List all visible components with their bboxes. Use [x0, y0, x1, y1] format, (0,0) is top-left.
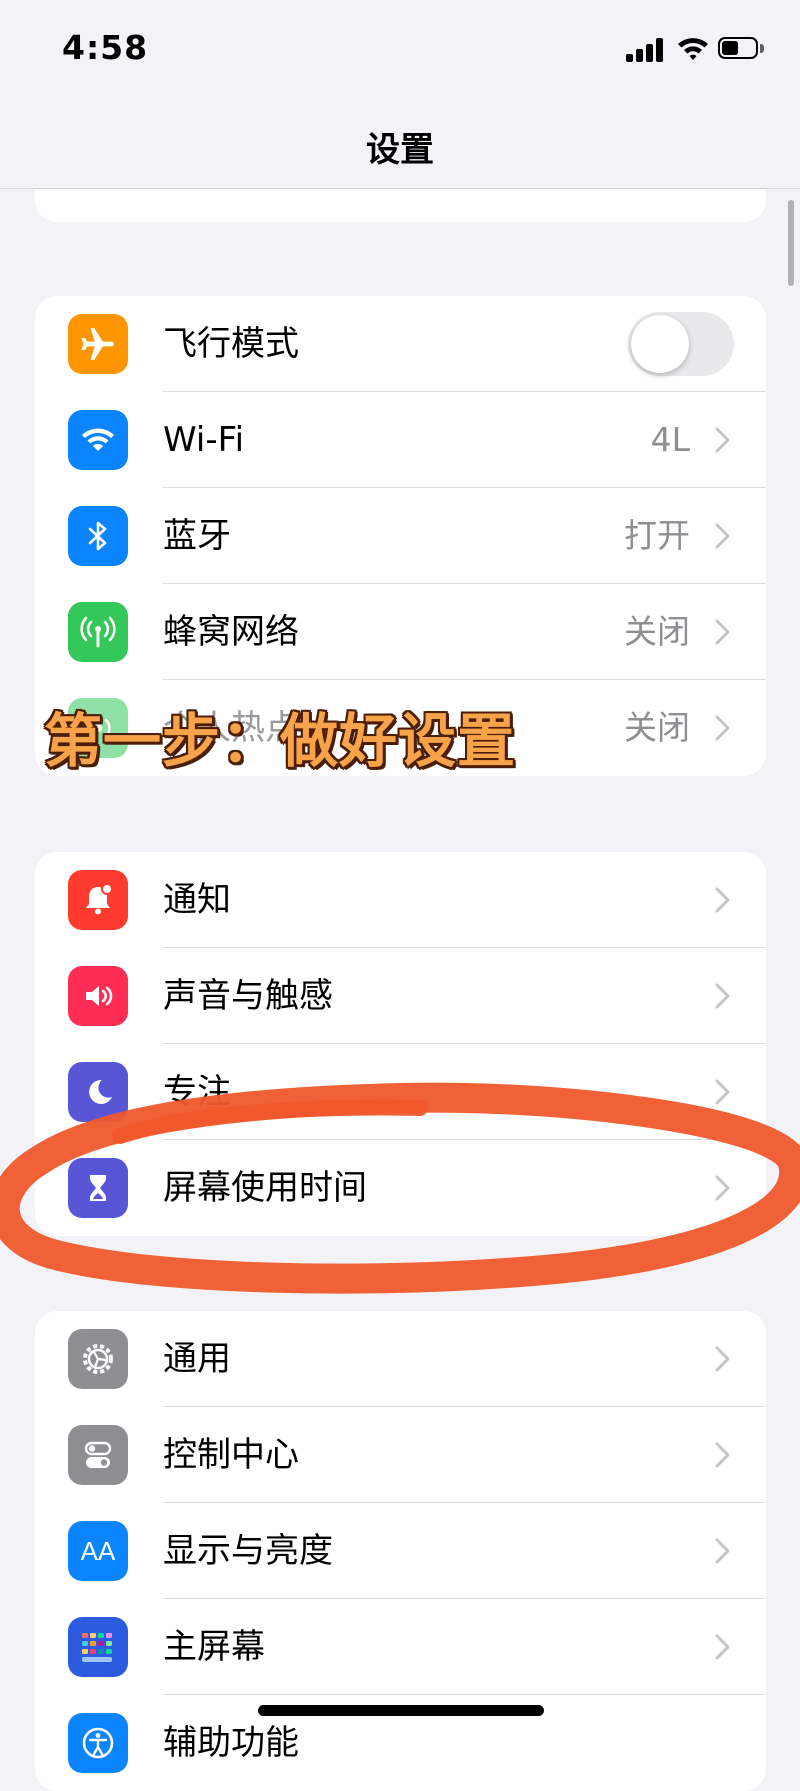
row-label: 通知 — [163, 880, 231, 920]
row-general[interactable]: 通用 — [35, 1311, 766, 1407]
row-value: 打开 — [624, 516, 690, 555]
chevron-right-icon — [715, 1442, 730, 1468]
airplane-mode-toggle[interactable] — [628, 312, 734, 376]
row-label: 屏幕使用时间 — [163, 1168, 367, 1208]
row-cellular[interactable]: 蜂窝网络 关闭 — [35, 584, 766, 680]
row-label: Wi-Fi — [163, 420, 245, 460]
toggle-knob — [631, 315, 689, 373]
text-size-icon-glyph: AA — [80, 1535, 116, 1566]
row-value: 关闭 — [624, 708, 690, 747]
row-label: 显示与亮度 — [163, 1531, 333, 1571]
scroll-indicator[interactable] — [788, 200, 794, 286]
row-screen-time[interactable]: 屏幕使用时间 — [35, 1140, 766, 1236]
antenna-icon — [68, 602, 128, 662]
chevron-right-icon — [715, 1175, 730, 1201]
gear-icon — [68, 1329, 128, 1389]
chevron-right-icon — [715, 715, 730, 741]
accessibility-icon — [68, 1713, 128, 1773]
row-value: 关闭 — [624, 612, 690, 651]
bell-icon — [68, 870, 128, 930]
chevron-right-icon — [715, 523, 730, 549]
row-focus[interactable]: 专注 — [35, 1044, 766, 1140]
chevron-right-icon — [715, 1538, 730, 1564]
airplane-icon — [68, 314, 128, 374]
home-indicator[interactable] — [258, 1705, 544, 1716]
row-display-brightness[interactable]: AA 显示与亮度 — [35, 1503, 766, 1599]
chevron-right-icon — [715, 619, 730, 645]
row-label: 通用 — [163, 1339, 231, 1379]
switches-icon — [68, 1425, 128, 1485]
settings-list: 飞行模式 Wi-Fi 4L 蓝牙 打开 蜂窝网络 关闭 个人热点 关闭 通知 声… — [0, 0, 800, 1791]
row-value: 4L — [650, 420, 690, 459]
row-label: 蓝牙 — [163, 516, 231, 556]
status-bar: 4:58 — [0, 0, 800, 100]
row-label: 飞行模式 — [163, 324, 299, 364]
row-wifi[interactable]: Wi-Fi 4L — [35, 392, 766, 488]
hourglass-icon — [68, 1158, 128, 1218]
battery-icon — [718, 37, 766, 61]
notifications-group: 通知 声音与触感 专注 屏幕使用时间 — [35, 852, 766, 1236]
general-group: 通用 控制中心 AA 显示与亮度 主屏幕 辅助功能 — [35, 1311, 766, 1791]
row-airplane-mode[interactable]: 飞行模式 — [35, 296, 766, 392]
wifi-icon — [68, 410, 128, 470]
chevron-right-icon — [715, 427, 730, 453]
chevron-right-icon — [715, 1634, 730, 1660]
row-home-screen[interactable]: 主屏幕 — [35, 1599, 766, 1695]
step-caption: 第一步：做好设置 — [44, 707, 517, 775]
wifi-status-icon — [678, 38, 708, 60]
navigation-bar: 设置 — [0, 100, 800, 189]
row-sounds-haptics[interactable]: 声音与触感 — [35, 948, 766, 1044]
row-label: 声音与触感 — [163, 976, 333, 1016]
status-time: 4:58 — [62, 28, 149, 67]
moon-icon — [68, 1062, 128, 1122]
row-notifications[interactable]: 通知 — [35, 852, 766, 948]
row-label: 蜂窝网络 — [163, 612, 299, 652]
chevron-right-icon — [715, 1079, 730, 1105]
row-bluetooth[interactable]: 蓝牙 打开 — [35, 488, 766, 584]
text-size-icon: AA — [68, 1521, 128, 1581]
bluetooth-icon — [68, 506, 128, 566]
home-grid-icon — [68, 1617, 128, 1677]
chevron-right-icon — [715, 1346, 730, 1372]
row-label: 控制中心 — [163, 1435, 299, 1475]
speaker-icon — [68, 966, 128, 1026]
row-label: 专注 — [163, 1072, 231, 1112]
page-title: 设置 — [366, 130, 434, 170]
cellular-signal-icon — [626, 36, 666, 62]
chevron-right-icon — [715, 983, 730, 1009]
row-label: 主屏幕 — [163, 1627, 265, 1667]
chevron-right-icon — [715, 887, 730, 913]
row-control-center[interactable]: 控制中心 — [35, 1407, 766, 1503]
